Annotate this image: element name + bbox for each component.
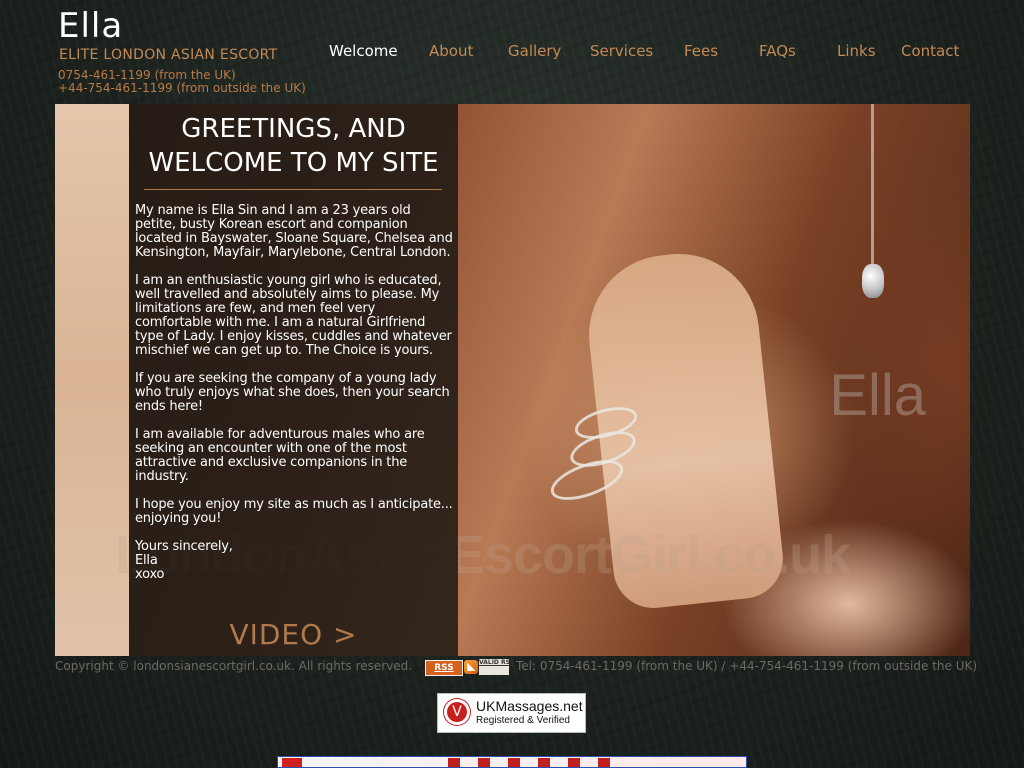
site-header: Ella ELITE LONDON ASIAN ESCORT 0754-461-… bbox=[0, 0, 1024, 104]
welcome-paragraph: I hope you enjoy my site as much as I an… bbox=[135, 497, 453, 526]
phone-international: +44-754-461-1199 (from outside the UK) bbox=[58, 81, 306, 95]
signature-name: Ella bbox=[135, 553, 158, 568]
signature-xoxo: xoxo bbox=[135, 567, 165, 582]
welcome-paragraph: I am an enthusiastic young girl who is e… bbox=[135, 273, 452, 358]
nav-welcome[interactable]: Welcome bbox=[329, 42, 398, 60]
ukmassages-badge[interactable]: V UKMassages.net Registered & Verified bbox=[437, 693, 586, 733]
nav-services[interactable]: Services bbox=[590, 42, 653, 60]
welcome-panel: GREETINGS, AND WELCOME TO MY SITE My nam… bbox=[129, 104, 458, 656]
banner-glyph bbox=[448, 758, 460, 767]
welcome-paragraph: I am available for adventurous males who… bbox=[135, 427, 425, 484]
footer-telephone: Tel: 0754-461-1199 (from the UK) / +44-7… bbox=[516, 659, 978, 673]
nav-contact[interactable]: Contact bbox=[901, 42, 959, 60]
rss-feed-icon[interactable]: ◣ bbox=[464, 660, 478, 674]
site-footer: Copyright © londonsianescortgirl.co.uk. … bbox=[55, 659, 977, 676]
photo-watermark-name: Ella bbox=[829, 363, 926, 428]
banner-glyph bbox=[538, 758, 550, 767]
banner-glyph bbox=[508, 758, 520, 767]
welcome-heading-line1: GREETINGS, AND bbox=[181, 114, 406, 144]
video-link[interactable]: VIDEO > bbox=[129, 618, 458, 651]
copyright-text: Copyright © londonsianescortgirl.co.uk. … bbox=[55, 659, 413, 673]
banner-logo-icon bbox=[282, 758, 302, 767]
welcome-heading: GREETINGS, AND WELCOME TO MY SITE bbox=[129, 112, 458, 180]
nav-fees[interactable]: Fees bbox=[684, 42, 718, 60]
banner-glyph bbox=[568, 758, 580, 767]
heading-divider bbox=[144, 189, 442, 190]
welcome-paragraph: If you are seeking the company of a youn… bbox=[135, 371, 450, 414]
badge-subtitle: Registered & Verified bbox=[476, 715, 570, 726]
welcome-body: My name is Ella Sin and I am a 23 years … bbox=[135, 204, 453, 582]
signature-line: Yours sincerely, bbox=[135, 539, 233, 554]
earring-gem bbox=[862, 264, 884, 298]
earring-chain bbox=[871, 104, 874, 264]
bottom-banner-ad[interactable] bbox=[277, 756, 747, 768]
nav-faqs[interactable]: FAQs bbox=[759, 42, 796, 60]
nav-links[interactable]: Links bbox=[837, 42, 876, 60]
phone-uk: 0754-461-1199 (from the UK) bbox=[58, 68, 236, 82]
main-nav: Welcome About Gallery Services Fees FAQs… bbox=[0, 42, 1024, 62]
nav-about[interactable]: About bbox=[429, 42, 473, 60]
verified-logo-icon: V bbox=[444, 699, 470, 725]
rss-badge-link[interactable]: RSS bbox=[425, 660, 463, 676]
valid-rss-badge[interactable]: VALID RSS bbox=[479, 659, 514, 675]
main-content: Ella LondonAsianEscortGirl.co.uk GREETIN… bbox=[55, 104, 970, 656]
welcome-heading-line2: WELCOME TO MY SITE bbox=[148, 148, 439, 178]
welcome-paragraph: My name is Ella Sin and I am a 23 years … bbox=[135, 203, 453, 260]
nav-gallery[interactable]: Gallery bbox=[508, 42, 561, 60]
banner-glyph bbox=[598, 758, 610, 767]
site-title: Ella bbox=[58, 6, 124, 46]
banner-glyph bbox=[478, 758, 490, 767]
badge-name: UKMassages.net bbox=[476, 698, 583, 714]
